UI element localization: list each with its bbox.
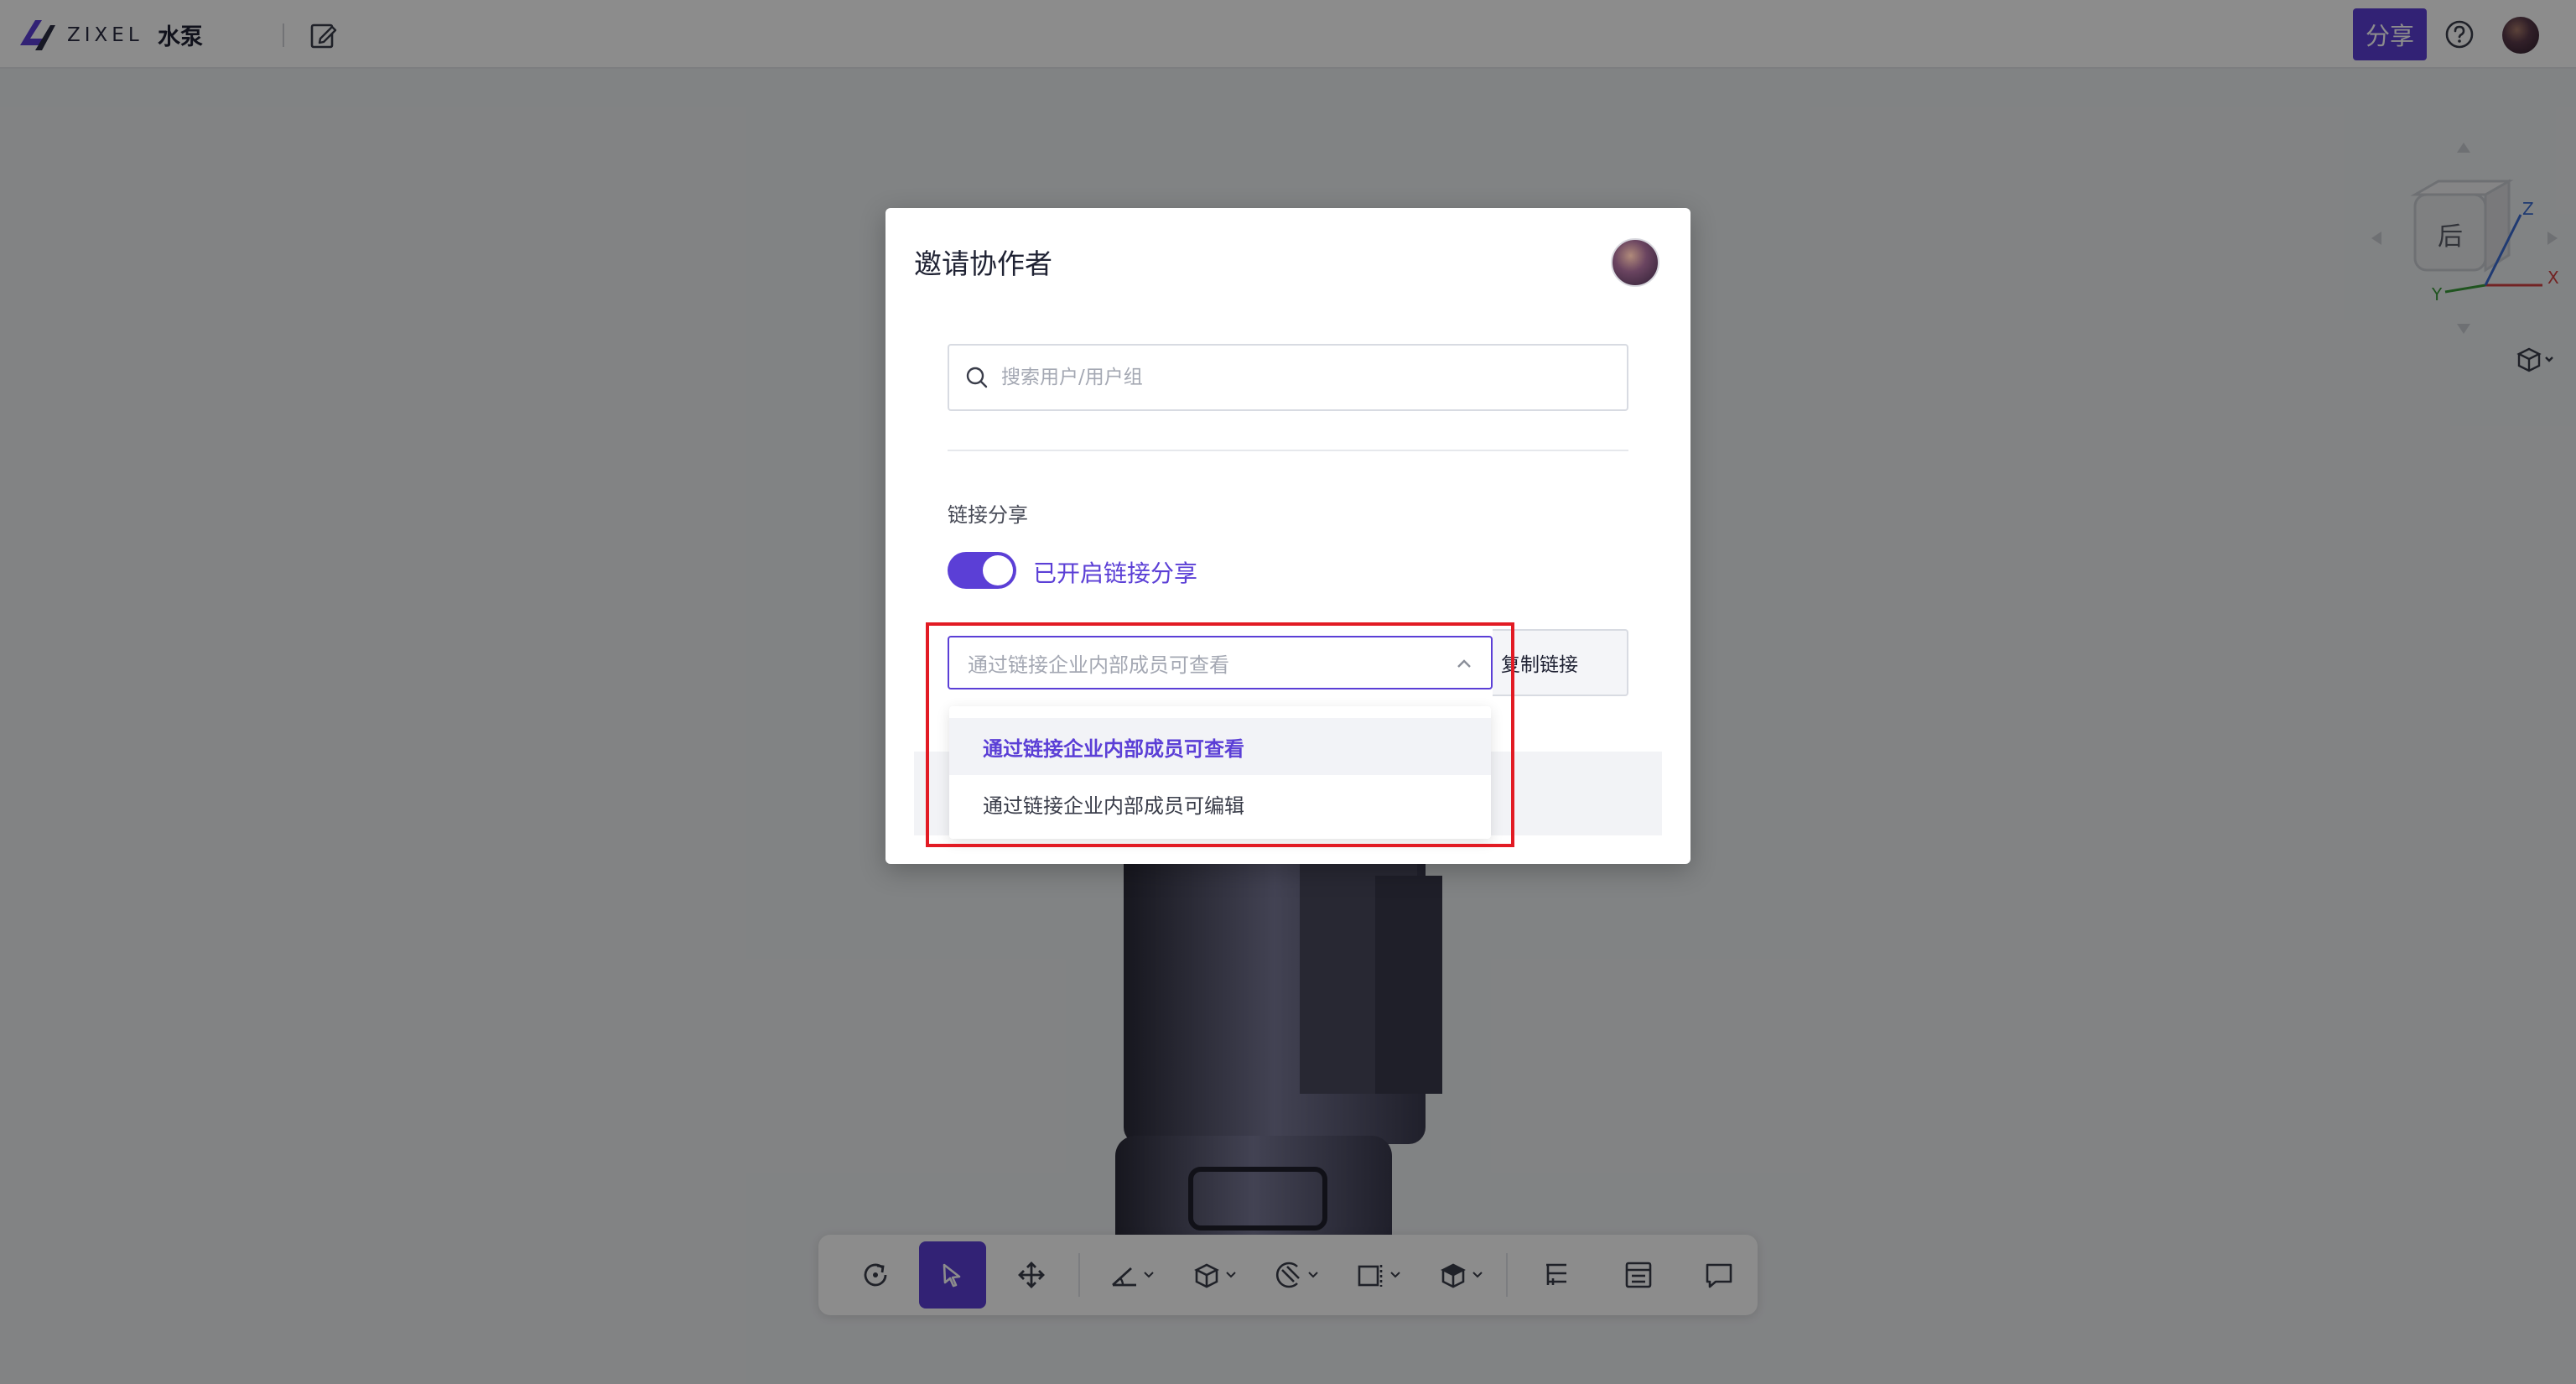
user-search-input[interactable] [1000,366,1587,389]
link-share-toggle[interactable] [948,552,1016,589]
search-icon [966,367,988,388]
annotation-highlight-box [926,622,1514,847]
dialog-divider [948,450,1628,451]
dialog-title: 邀请协作者 [914,247,1052,280]
link-share-toggle-label: 已开启链接分享 [1033,559,1198,587]
user-search-box[interactable] [948,344,1628,411]
owner-avatar [1611,238,1659,287]
toggle-knob [983,555,1013,585]
link-share-section-label: 链接分享 [948,503,1028,527]
